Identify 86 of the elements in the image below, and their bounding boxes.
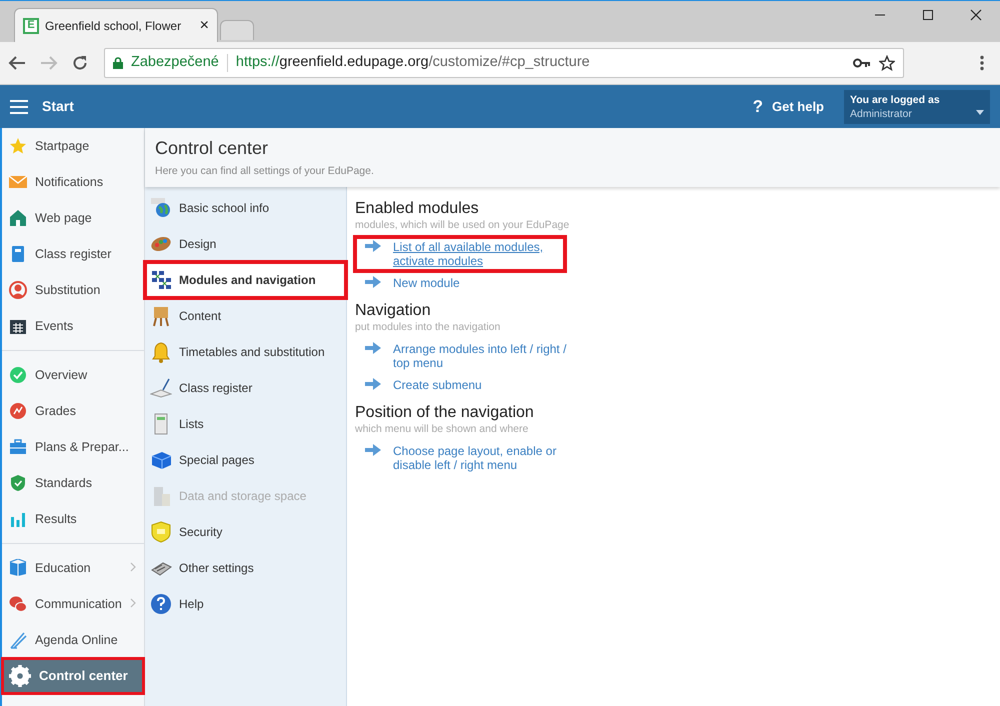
- chart-circle-icon: [9, 402, 27, 420]
- menu-icon[interactable]: [10, 100, 28, 114]
- arrow-right-icon: [365, 378, 381, 390]
- browser-tab[interactable]: E Greenfield school, Flower ×: [14, 8, 218, 42]
- sidebar-item[interactable]: Class register: [2, 236, 144, 272]
- chat-bubbles-icon: [9, 595, 27, 613]
- sidebar-item[interactable]: Communication: [2, 586, 144, 622]
- settings-menu-item[interactable]: Other settings: [145, 550, 346, 586]
- settings-menu-item[interactable]: Help: [145, 586, 346, 622]
- settings-menu-item[interactable]: Special pages: [145, 442, 346, 478]
- key-icon[interactable]: [853, 58, 871, 68]
- envelope-icon: [9, 173, 27, 191]
- sidebar-item[interactable]: Notifications: [2, 164, 144, 200]
- sidebar-item[interactable]: Events: [2, 308, 144, 344]
- check-circle-icon: [9, 366, 27, 384]
- star-icon: [9, 137, 27, 155]
- settings-menu-item[interactable]: Class register: [145, 370, 346, 406]
- site-favicon: E: [23, 18, 39, 34]
- settings-menu-item[interactable]: Content: [145, 298, 346, 334]
- section-title: Navigation: [355, 301, 432, 320]
- arrow-right-icon: [365, 240, 381, 252]
- settings-menu-item[interactable]: Lists: [145, 406, 346, 442]
- calendar-icon: [9, 317, 27, 335]
- pen-icon: [9, 631, 27, 649]
- settings-link[interactable]: List of all available modules, activate modules: [393, 240, 555, 268]
- settings-menu-item[interactable]: Modules and navigation: [145, 262, 346, 298]
- sidebar-item[interactable]: Education: [2, 550, 144, 586]
- sidebar-item[interactable]: Results: [2, 501, 144, 537]
- lock-icon: [113, 57, 123, 69]
- sidebar-item[interactable]: Startpage: [2, 128, 144, 164]
- gear-icon: [9, 665, 31, 687]
- globe-icon: [150, 197, 172, 219]
- settings-menu-item[interactable]: Basic school info: [145, 190, 346, 226]
- notebook-icon: [9, 245, 27, 263]
- close-icon[interactable]: [970, 9, 982, 21]
- section-subtitle: which menu will be shown and where: [355, 422, 530, 438]
- sidebar-item[interactable]: Agenda Online: [2, 622, 144, 658]
- settings-menu-item[interactable]: Security: [145, 514, 346, 550]
- sidebar-item[interactable]: Standards: [2, 465, 144, 501]
- caret-icon: [976, 110, 984, 114]
- house-icon: [9, 209, 27, 227]
- settings-link[interactable]: Create submenu: [393, 378, 576, 392]
- settings-link[interactable]: New module: [393, 276, 576, 290]
- section-subtitle: put modules into the navigation: [355, 320, 502, 336]
- sidebar-item[interactable]: Overview: [2, 357, 144, 393]
- book-and-pen-icon: [150, 377, 172, 399]
- star-icon[interactable]: [879, 55, 895, 71]
- help-icon[interactable]: ?: [752, 94, 763, 120]
- settings-link[interactable]: Arrange modules into left / right / top menu: [393, 342, 576, 370]
- start-label[interactable]: Start: [42, 96, 74, 117]
- arrow-right-icon: [365, 276, 381, 288]
- section-title: Position of the navigation: [355, 403, 535, 422]
- reload-icon[interactable]: [72, 55, 88, 71]
- page-title: Control center: [155, 138, 270, 160]
- sidebar-item[interactable]: Grades: [2, 393, 144, 429]
- badge-icon: [150, 521, 172, 543]
- maximize-icon[interactable]: [922, 9, 934, 21]
- url-text: https://greenfield.edupage.org/customize/#cp_structure: [236, 53, 591, 72]
- bar-chart-icon: [9, 510, 27, 528]
- arrow-right-icon: [365, 444, 381, 456]
- menu-icon[interactable]: [980, 55, 984, 71]
- page-subtitle: Here you can find all settings of your EduPage.: [155, 164, 375, 179]
- sidebar-item[interactable]: Plans & Prepar...: [2, 429, 144, 465]
- security-label: Zabezpečené: [131, 53, 219, 72]
- bell-icon: [150, 341, 172, 363]
- back-arrow-icon[interactable]: [8, 55, 26, 71]
- settings-link[interactable]: Choose page layout, enable or disable left / right menu: [393, 444, 576, 472]
- cubes-icon: [150, 449, 172, 471]
- section-title: Enabled modules: [355, 199, 480, 218]
- sidebar-item[interactable]: Substitution: [2, 272, 144, 308]
- arrow-right-icon: [365, 342, 381, 354]
- person-icon: [9, 281, 27, 299]
- tab-close-button[interactable]: ×: [200, 14, 209, 38]
- shield-icon: [9, 474, 27, 492]
- section-subtitle: modules, which will be used on your EduPage: [355, 218, 570, 234]
- tab-title: Greenfield school, Flower: [45, 18, 182, 34]
- sidebar-item[interactable]: Control center: [2, 658, 144, 694]
- user-menu[interactable]: You are logged as Administrator: [844, 90, 990, 124]
- help-link[interactable]: Get help: [772, 96, 824, 116]
- network-icon: [150, 269, 172, 291]
- easel-icon: [150, 305, 172, 327]
- question-circle-icon: [150, 593, 172, 615]
- address-field[interactable]: Zabezpečené https://greenfield.edupage.org/customize/#cp_structure: [104, 48, 904, 78]
- settings-menu-item[interactable]: Timetables and substitution: [145, 334, 346, 370]
- sidebar-item[interactable]: Web page: [2, 200, 144, 236]
- briefcase-icon: [9, 438, 27, 456]
